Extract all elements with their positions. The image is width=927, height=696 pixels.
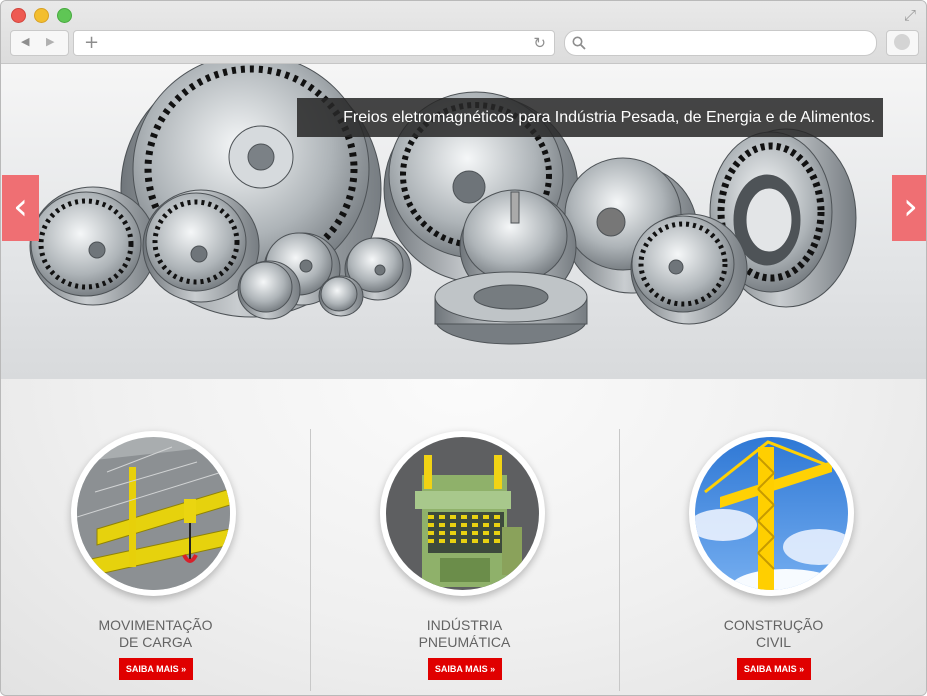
expand-icon[interactable]: ⤢ (902, 7, 918, 23)
overhead-crane-image (77, 437, 230, 590)
category-movimentacao-de-carga: MOVIMENTAÇÃO DE CARGA SAIBA MAIS » (1, 431, 310, 691)
extension-icon (894, 34, 910, 50)
reload-icon[interactable]: ↻ (533, 34, 546, 52)
maximize-window-button[interactable] (57, 8, 72, 23)
close-window-button[interactable] (11, 8, 26, 23)
hero-caption: Freios eletromagnéticos para Indústria P… (297, 98, 883, 137)
tower-crane-image (695, 437, 848, 590)
category-title: INDÚSTRIA PNEUMÁTICA (418, 617, 511, 650)
category-image-circle[interactable] (689, 431, 854, 596)
slider-next-button[interactable]: › (892, 175, 926, 241)
browser-search-input[interactable] (564, 30, 877, 56)
browser-chrome: ⤢ ◀ ▶ + ↻ (1, 1, 926, 64)
category-industria-pneumatica: INDÚSTRIA PNEUMÁTICA SAIBA MAIS » (310, 431, 619, 691)
slider-previous-button[interactable]: ‹ (2, 175, 39, 241)
category-construcao-civil: CONSTRUÇÃO CIVIL SAIBA MAIS » (619, 431, 926, 691)
address-bar[interactable]: + ↻ (73, 30, 555, 56)
saiba-mais-button[interactable]: SAIBA MAIS » (737, 658, 811, 680)
category-image-circle[interactable] (380, 431, 545, 596)
saiba-mais-button[interactable]: SAIBA MAIS » (119, 658, 193, 680)
new-tab-icon[interactable]: + (84, 32, 99, 53)
extension-button[interactable] (886, 30, 919, 56)
category-title: CONSTRUÇÃO CIVIL (723, 617, 824, 650)
category-title: MOVIMENTAÇÃO DE CARGA (98, 617, 213, 650)
minimize-window-button[interactable] (34, 8, 49, 23)
product-categories: MOVIMENTAÇÃO DE CARGA SAIBA MAIS » INDÚST… (1, 379, 926, 695)
category-image-circle[interactable] (71, 431, 236, 596)
back-icon[interactable]: ◀ (21, 35, 29, 48)
browser-window: ⤢ ◀ ▶ + ↻ Freios eletromagnéticos para I… (0, 0, 927, 696)
search-icon (572, 36, 586, 50)
industrial-press-image (386, 437, 539, 590)
forward-icon[interactable]: ▶ (46, 35, 54, 48)
saiba-mais-button[interactable]: SAIBA MAIS » (428, 658, 502, 680)
navigation-buttons: ◀ ▶ (10, 30, 69, 56)
hero-slider: Freios eletromagnéticos para Indústria P… (1, 64, 926, 379)
